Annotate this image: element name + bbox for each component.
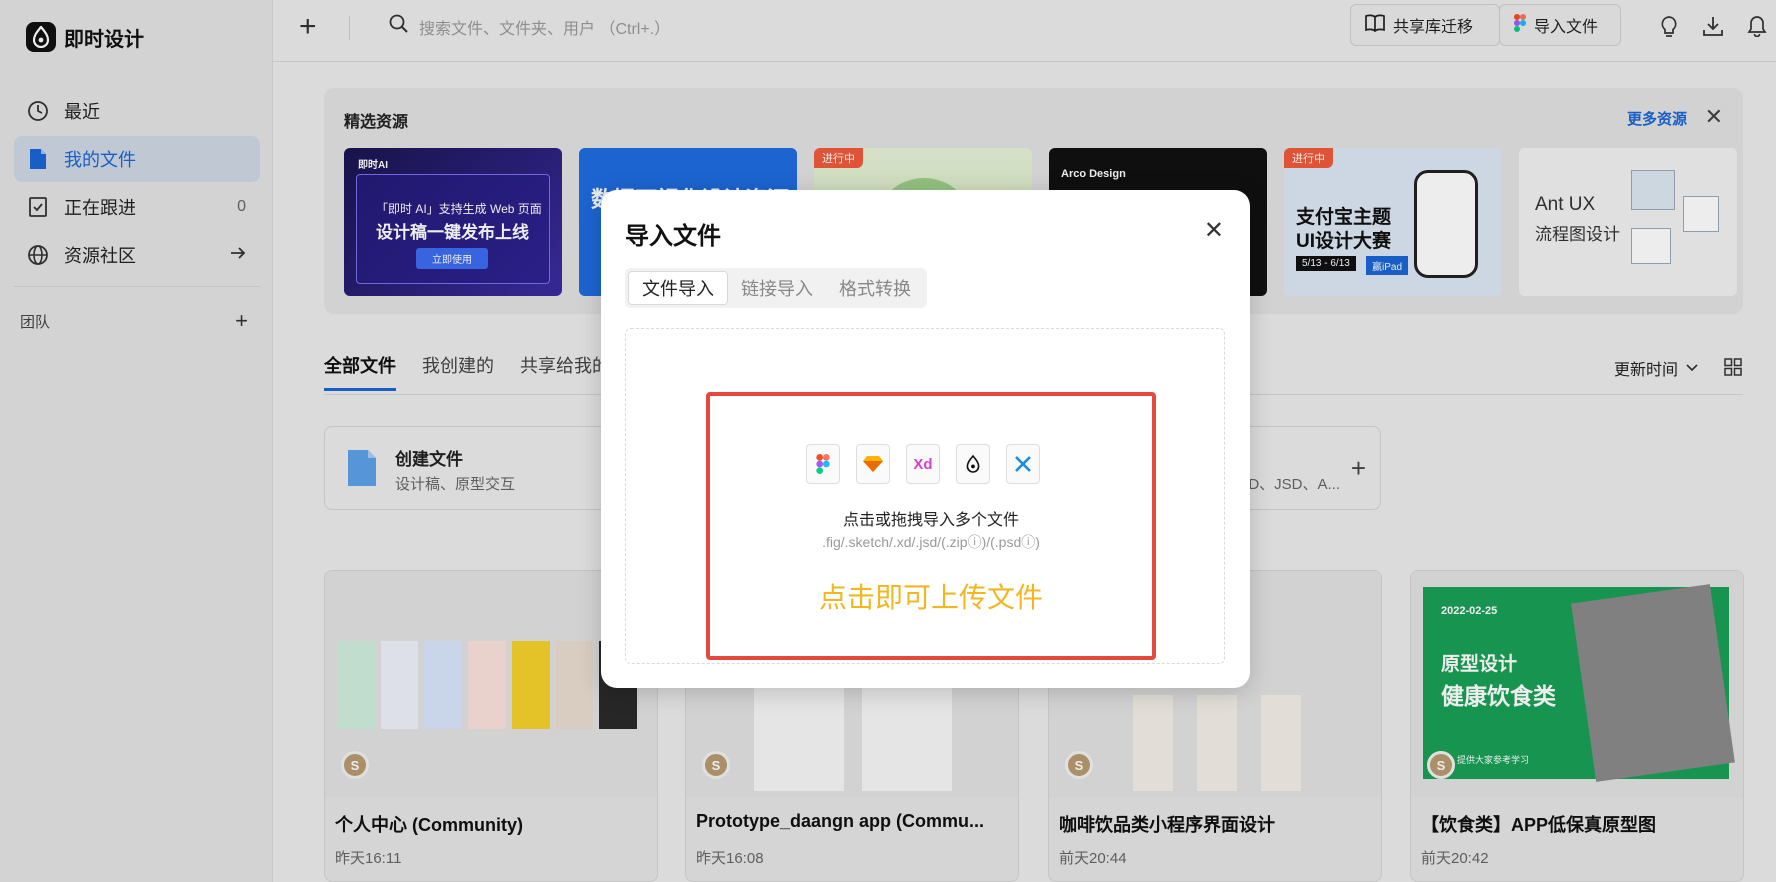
close-icon[interactable]: ✕ bbox=[1204, 216, 1224, 245]
tab-link-import[interactable]: 链接导入 bbox=[728, 271, 826, 305]
upload-cta-text[interactable]: 点击即可上传文件 bbox=[706, 576, 1156, 616]
xd-icon: Xd bbox=[906, 444, 940, 484]
modal-title: 导入文件 bbox=[625, 223, 721, 250]
axure-icon bbox=[1006, 444, 1040, 484]
supported-formats-text: .fig/.sketch/.xd/.jsd/(.zipⓘ)/(.psdⓘ) bbox=[822, 534, 1040, 550]
tab-file-import[interactable]: 文件导入 bbox=[628, 271, 728, 305]
drop-instructions: 点击或拖拽导入多个文件 bbox=[842, 512, 1019, 529]
figma-icon bbox=[806, 444, 840, 484]
tab-format-convert[interactable]: 格式转换 bbox=[826, 271, 924, 305]
jsd-icon bbox=[956, 444, 990, 484]
supported-format-icons: Xd bbox=[806, 444, 1040, 484]
sketch-icon bbox=[856, 444, 890, 484]
import-method-tabs: 文件导入 链接导入 格式转换 bbox=[625, 268, 927, 308]
